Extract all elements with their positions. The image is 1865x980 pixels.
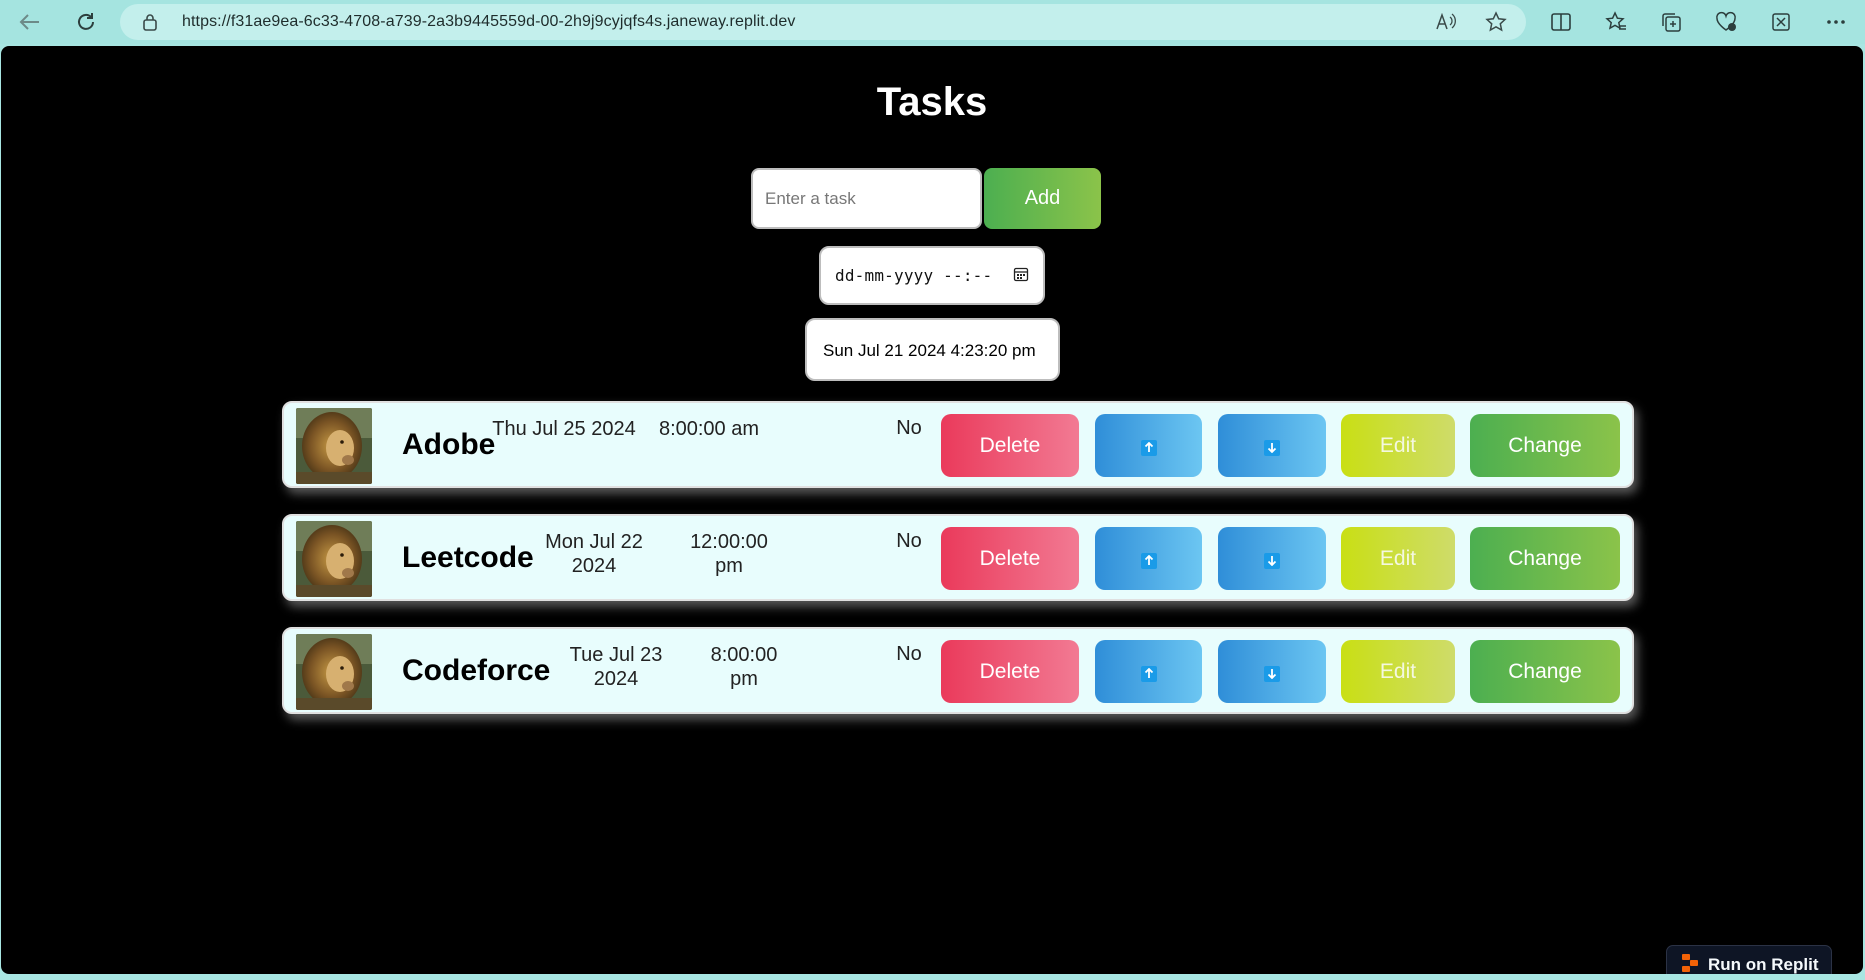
- task-time: 12:00:00 pm: [690, 531, 768, 577]
- address-bar[interactable]: https://f31ae9ea-6c33-4708-a739-2a3b9445…: [120, 4, 1526, 40]
- delete-button[interactable]: Delete: [941, 527, 1079, 590]
- edit-button[interactable]: Edit: [1341, 527, 1455, 590]
- change-button[interactable]: Change: [1470, 414, 1620, 477]
- favorites-icon[interactable]: [1603, 9, 1629, 35]
- task-list: Adobe Thu Jul 25 2024 8:00:00 am No Dele…: [282, 401, 1634, 740]
- calendar-icon[interactable]: [1013, 266, 1029, 287]
- lion-photo: [296, 634, 372, 710]
- edit-button[interactable]: Edit: [1341, 414, 1455, 477]
- datetime-placeholder: dd-mm-yyyy --:--: [835, 266, 993, 285]
- arrow-down-icon: [1264, 439, 1280, 456]
- task-name: Adobe: [402, 427, 496, 461]
- collections-icon[interactable]: [1658, 9, 1684, 35]
- arrow-up-icon: [1140, 439, 1157, 456]
- lion-photo: [296, 521, 372, 597]
- task-row: Codeforce Tue Jul 23 2024 8:00:00 pm No …: [282, 627, 1634, 714]
- task-time: 8:00:00 pm: [710, 644, 778, 690]
- more-icon[interactable]: [1823, 9, 1849, 35]
- task-date: Thu Jul 25 2024: [492, 418, 636, 440]
- delete-button[interactable]: Delete: [941, 640, 1079, 703]
- move-up-button[interactable]: [1095, 414, 1202, 477]
- task-date: Mon Jul 22 2024: [545, 531, 643, 577]
- page-viewport: Tasks Add dd-mm-yyyy --:-- Sun Jul 21 20…: [1, 46, 1863, 974]
- read-aloud-icon[interactable]: [1434, 11, 1458, 33]
- arrow-down-icon: [1264, 552, 1280, 569]
- task-done-status: No: [896, 417, 922, 439]
- move-up-button[interactable]: [1095, 640, 1202, 703]
- favorite-star-icon[interactable]: [1484, 11, 1508, 33]
- task-row: Adobe Thu Jul 25 2024 8:00:00 am No Dele…: [282, 401, 1634, 488]
- datetime-input[interactable]: dd-mm-yyyy --:--: [819, 246, 1045, 305]
- task-name: Leetcode: [402, 540, 534, 574]
- url-text[interactable]: https://f31ae9ea-6c33-4708-a739-2a3b9445…: [182, 13, 795, 31]
- lock-icon[interactable]: [142, 13, 158, 36]
- replit-logo-icon: [1682, 953, 1698, 975]
- task-row: Leetcode Mon Jul 22 2024 12:00:00 pm No …: [282, 514, 1634, 601]
- lion-photo: [296, 408, 372, 484]
- change-button[interactable]: Change: [1470, 527, 1620, 590]
- extensions-icon[interactable]: [1768, 9, 1794, 35]
- run-on-replit-button[interactable]: Run on Replit: [1666, 945, 1832, 974]
- current-time-display: Sun Jul 21 2024 4:23:20 pm: [805, 318, 1060, 381]
- refresh-icon[interactable]: [70, 6, 102, 38]
- task-input[interactable]: [751, 168, 982, 229]
- page-title: Tasks: [876, 80, 988, 124]
- arrow-up-icon: [1140, 665, 1157, 682]
- task-done-status: No: [896, 643, 922, 665]
- task-time: 8:00:00 am: [658, 418, 760, 440]
- back-icon[interactable]: [14, 6, 46, 38]
- task-name: Codeforce: [402, 653, 551, 687]
- move-down-button[interactable]: [1218, 527, 1326, 590]
- task-done-status: No: [896, 530, 922, 552]
- add-button[interactable]: Add: [984, 168, 1101, 229]
- browser-toolbar: https://f31ae9ea-6c33-4708-a739-2a3b9445…: [0, 0, 1865, 44]
- split-screen-icon[interactable]: [1548, 9, 1574, 35]
- current-time-text: Sun Jul 21 2024 4:23:20 pm: [823, 341, 1036, 360]
- delete-button[interactable]: Delete: [941, 414, 1079, 477]
- arrow-down-icon: [1264, 665, 1280, 682]
- task-date: Tue Jul 23 2024: [569, 644, 663, 690]
- arrow-up-icon: [1140, 552, 1157, 569]
- change-button[interactable]: Change: [1470, 640, 1620, 703]
- replit-badge-label: Run on Replit: [1708, 955, 1819, 974]
- browser-essentials-icon[interactable]: [1713, 9, 1739, 35]
- move-down-button[interactable]: [1218, 414, 1326, 477]
- move-up-button[interactable]: [1095, 527, 1202, 590]
- move-down-button[interactable]: [1218, 640, 1326, 703]
- edit-button[interactable]: Edit: [1341, 640, 1455, 703]
